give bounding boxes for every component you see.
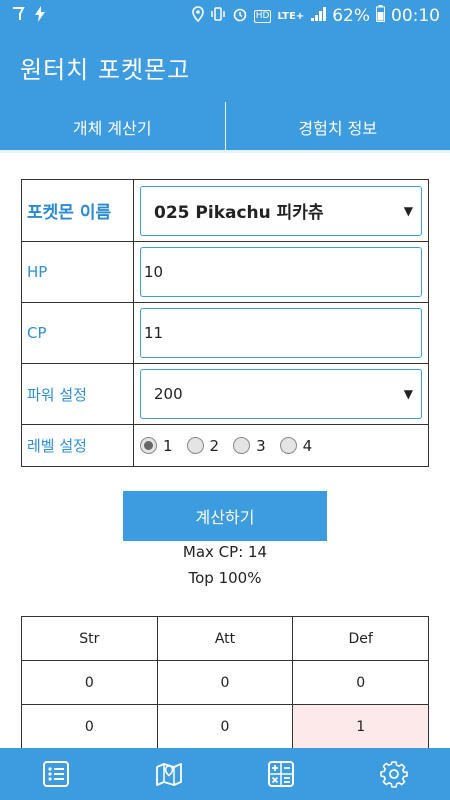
table-header: Def — [292, 616, 429, 661]
battery-icon — [376, 5, 385, 27]
table-header-row: Str Att Def — [21, 616, 429, 661]
clock: 00:10 — [391, 6, 440, 26]
power-select[interactable]: 200 ▼ — [140, 369, 422, 419]
network-type: LTE+ — [277, 10, 305, 22]
power-label: 파워 설정 — [21, 363, 134, 425]
signal-icon — [310, 6, 327, 27]
level-radio-label: 3 — [256, 436, 266, 455]
dropdown-arrow-icon: ▼ — [403, 203, 413, 218]
max-cp-result: Max CP: 14 — [182, 543, 268, 561]
location-icon — [191, 5, 204, 27]
calculate-button[interactable]: 계산하기 — [123, 491, 327, 541]
table-cell: 0 — [21, 660, 158, 705]
hp-input[interactable]: 10 — [140, 247, 422, 297]
stats-table: Str Att Def 0 0 0 0 0 1 — [21, 616, 429, 749]
radio-unchecked-icon — [279, 437, 297, 454]
calculator-icon — [268, 761, 295, 787]
bottom-nav — [0, 748, 450, 800]
level-radio-label: 1 — [163, 436, 173, 455]
table-cell-highlighted: 1 — [292, 704, 429, 749]
battery-percent: 62% — [332, 6, 370, 26]
pokemon-label: 포켓몬 이름 — [21, 179, 134, 242]
level-radio-2[interactable]: 2 — [186, 436, 220, 455]
table-header: Str — [21, 616, 158, 661]
power-select-value: 200 — [154, 385, 183, 403]
pokemon-select-value: 025 Pikachu 피카츄 — [154, 203, 324, 223]
app-notification-icon — [10, 6, 26, 27]
input-form: 포켓몬 이름 025 Pikachu 피카츄 ▼ HP 10 CP 11 파워 … — [21, 179, 429, 467]
hd-badge: HD — [253, 9, 272, 23]
nav-list[interactable] — [0, 748, 113, 800]
level-radio-label: 2 — [209, 436, 220, 455]
table-cell: 0 — [156, 660, 294, 705]
table-cell: 0 — [156, 704, 294, 749]
cp-input-value: 11 — [144, 324, 164, 342]
table-cell: 0 — [21, 704, 158, 749]
top-percent-result: Top 100% — [188, 569, 262, 587]
nav-map[interactable] — [113, 748, 226, 800]
cp-label: CP — [21, 302, 134, 364]
level-radio-label: 4 — [302, 436, 313, 455]
table-row: 0 0 0 — [21, 660, 429, 705]
pokemon-select[interactable]: 025 Pikachu 피카츄 ▼ — [140, 185, 422, 236]
dropdown-arrow-icon: ▼ — [403, 387, 413, 401]
app-bar: 원터치 포켓몬고 — [0, 32, 450, 102]
list-icon — [43, 761, 70, 787]
cp-input[interactable]: 11 — [140, 308, 422, 358]
radio-checked-icon — [140, 437, 157, 454]
level-radio-group: 1 2 3 4 — [140, 429, 422, 463]
tab-iv-calculator[interactable]: 개체 계산기 — [0, 102, 225, 152]
settings-icon — [379, 761, 408, 788]
radio-unchecked-icon — [186, 437, 204, 454]
flash-icon — [34, 6, 46, 27]
tab-strip — [0, 150, 450, 153]
hp-input-value: 10 — [144, 263, 164, 281]
level-label: 레벨 설정 — [21, 424, 134, 467]
map-icon — [155, 763, 182, 786]
radio-unchecked-icon — [233, 437, 251, 454]
vibrate-icon — [210, 6, 226, 27]
nav-calculator[interactable] — [225, 748, 338, 800]
status-bar: HD LTE+ 62% 00:10 — [0, 0, 450, 32]
alarm-icon — [232, 6, 248, 27]
level-radio-3[interactable]: 3 — [233, 437, 266, 455]
app-title: 원터치 포켓몬고 — [20, 56, 191, 84]
table-cell: 0 — [292, 660, 429, 705]
hp-label: HP — [21, 241, 134, 303]
tab-exp-info[interactable]: 경험치 정보 — [226, 102, 450, 152]
nav-settings[interactable] — [338, 748, 450, 800]
level-radio-1[interactable]: 1 — [140, 437, 173, 455]
level-radio-4[interactable]: 4 — [279, 436, 313, 455]
tab-bar: 개체 계산기 경험치 정보 — [0, 102, 450, 152]
table-header: Att — [156, 616, 294, 661]
table-row: 0 0 1 — [21, 704, 429, 749]
